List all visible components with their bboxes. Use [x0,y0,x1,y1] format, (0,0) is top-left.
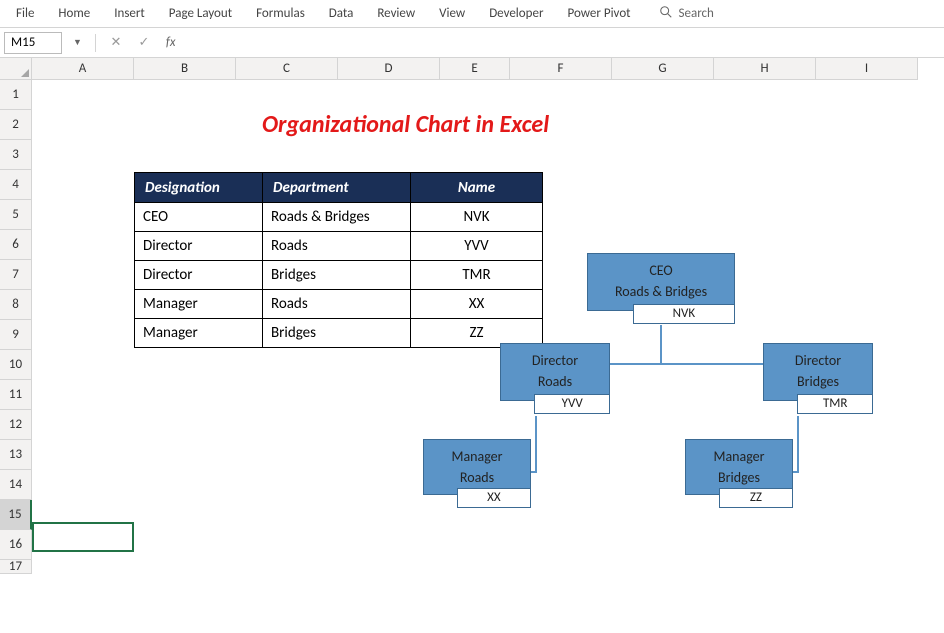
accept-formula-button[interactable]: ✓ [134,35,154,50]
row-header[interactable]: 5 [0,200,32,230]
row-header[interactable]: 13 [0,440,32,470]
org-name: NVK [633,304,735,324]
page-title: Organizational Chart in Excel [262,110,549,139]
select-all-corner[interactable] [0,58,32,80]
row-header[interactable]: 17 [0,560,32,574]
row-header[interactable]: 11 [0,380,32,410]
cell-designation[interactable]: Director [135,261,263,290]
org-connector [660,325,662,363]
org-title: Manager [690,446,788,467]
org-connector [535,416,537,473]
table-row: CEO Roads & Bridges NVK [135,203,543,232]
col-header-b[interactable]: B [134,58,236,80]
col-header-f[interactable]: F [510,58,612,80]
row-header-selected[interactable]: 15 [0,500,32,530]
row-header[interactable]: 7 [0,260,32,290]
ribbon-tab-file[interactable]: File [4,2,46,25]
org-node-director-bridges[interactable]: Director Bridges TMR [763,343,873,401]
formula-bar: M15 ▼ ✕ ✓ fx [0,28,944,58]
search-placeholder: Search [679,6,714,21]
org-name: XX [457,488,531,508]
ribbon-tab-formulas[interactable]: Formulas [244,2,317,25]
col-header-d[interactable]: D [338,58,440,80]
col-header-e[interactable]: E [440,58,510,80]
cancel-formula-button[interactable]: ✕ [106,35,126,50]
org-dept: Bridges [768,371,868,392]
org-title: Manager [428,446,526,467]
col-header-i[interactable]: I [816,58,918,80]
col-header-a[interactable]: A [32,58,134,80]
ribbon-tab-insert[interactable]: Insert [102,2,157,25]
org-name: ZZ [719,488,793,508]
header-designation[interactable]: Designation [135,173,263,203]
header-name[interactable]: Name [411,173,543,203]
org-dept: Roads [428,467,526,488]
ribbon-tab-view[interactable]: View [427,2,477,25]
row-header[interactable]: 16 [0,530,32,560]
ribbon-tab-review[interactable]: Review [365,2,427,25]
ribbon-tab-developer[interactable]: Developer [477,2,555,25]
ribbon-tab-data[interactable]: Data [317,2,366,25]
fx-label[interactable]: fx [166,35,176,50]
ribbon-tab-home[interactable]: Home [46,2,102,25]
formula-input[interactable] [184,32,940,54]
ribbon-tabs: File Home Insert Page Layout Formulas Da… [0,0,944,28]
row-header[interactable]: 12 [0,410,32,440]
name-box[interactable]: M15 [4,32,62,54]
column-headers: A B C D E F G H I [0,58,944,80]
search-icon [659,5,673,23]
org-node-manager-bridges[interactable]: Manager Bridges ZZ [685,439,793,495]
row-header[interactable]: 2 [0,110,32,140]
cell-name[interactable]: NVK [411,203,543,232]
org-node-ceo[interactable]: CEO Roads & Bridges NVK [587,253,735,311]
cell-designation[interactable]: CEO [135,203,263,232]
table-header-row: Designation Department Name [135,173,543,203]
org-chart[interactable]: CEO Roads & Bridges NVK Director Roads Y… [387,253,942,633]
org-title: Director [505,350,605,371]
org-node-director-roads[interactable]: Director Roads YVV [500,343,610,401]
org-connector [797,416,799,473]
org-dept: Roads [505,371,605,392]
row-header[interactable]: 9 [0,320,32,350]
col-header-h[interactable]: H [714,58,816,80]
cell-designation[interactable]: Manager [135,319,263,348]
row-header[interactable]: 1 [0,80,32,110]
org-dept: Bridges [690,467,788,488]
row-header[interactable]: 6 [0,230,32,260]
chevron-down-icon[interactable]: ▼ [70,37,85,48]
worksheet-canvas[interactable]: Organizational Chart in Excel Designatio… [32,80,944,574]
row-header[interactable]: 8 [0,290,32,320]
cell-designation[interactable]: Director [135,232,263,261]
row-header[interactable]: 10 [0,350,32,380]
col-header-c[interactable]: C [236,58,338,80]
row-header[interactable]: 4 [0,170,32,200]
ribbon-search[interactable]: Search [659,5,714,23]
org-name: TMR [797,394,873,414]
row-headers: 1 2 3 4 5 6 7 8 9 10 11 12 13 14 15 16 1… [0,80,32,574]
row-header[interactable]: 14 [0,470,32,500]
org-title: CEO [592,260,730,281]
org-dept: Roads & Bridges [592,281,730,302]
name-box-value: M15 [11,35,35,50]
org-title: Director [768,350,868,371]
ribbon-tab-power-pivot[interactable]: Power Pivot [555,2,642,25]
cell-designation[interactable]: Manager [135,290,263,319]
ribbon-tab-page-layout[interactable]: Page Layout [157,2,244,25]
org-node-manager-roads[interactable]: Manager Roads XX [423,439,531,495]
org-name: YVV [534,394,610,414]
header-department[interactable]: Department [263,173,411,203]
col-header-g[interactable]: G [612,58,714,80]
row-header[interactable]: 3 [0,140,32,170]
divider [95,34,96,52]
cell-department[interactable]: Roads & Bridges [263,203,411,232]
